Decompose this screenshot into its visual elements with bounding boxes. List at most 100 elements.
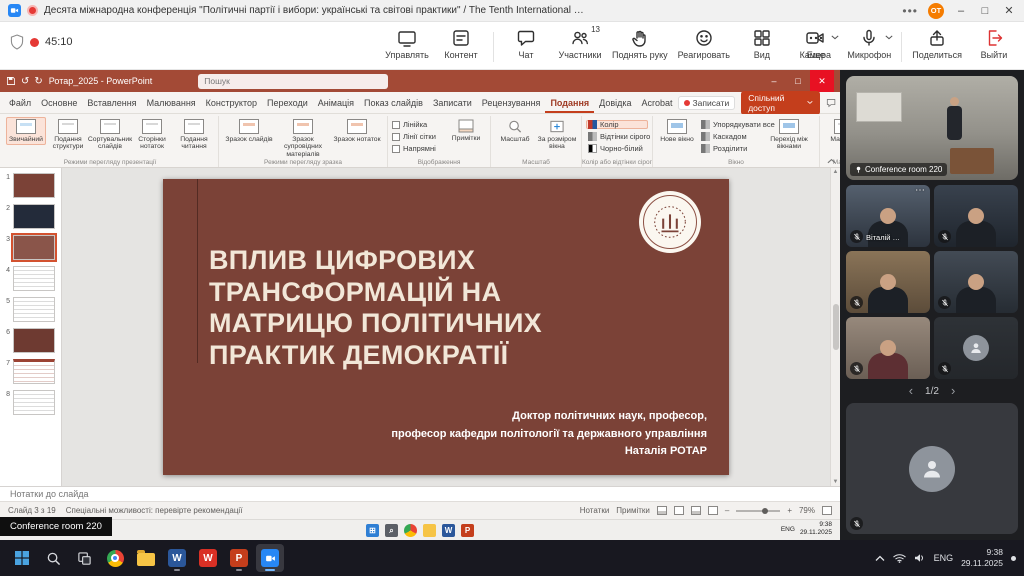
guides-checkbox[interactable]: Напрямні — [392, 144, 444, 153]
slide-thumbnail-5[interactable]: 5 — [3, 297, 59, 322]
record-button[interactable]: Записати — [678, 96, 736, 110]
zoom-button[interactable]: Масштаб — [495, 117, 535, 145]
tab-home[interactable]: Основне — [36, 92, 82, 113]
participant-tile[interactable] — [846, 251, 930, 313]
slide-thumbnail-7[interactable]: 7 — [3, 359, 59, 384]
switch-windows-button[interactable]: Перехід між вікнами — [763, 117, 815, 153]
gridlines-checkbox[interactable]: Лінії сітки — [392, 132, 444, 141]
camera-button[interactable]: Камера — [793, 26, 837, 60]
arrange-all-button[interactable]: Упорядкувати все — [699, 120, 761, 129]
participants-button[interactable]: 13 Участники — [558, 26, 602, 60]
macros-button[interactable]: Макроси — [824, 117, 840, 145]
slide-sorter-button[interactable]: Сортувальник слайдів — [90, 117, 130, 153]
leave-button[interactable]: Выйти — [972, 26, 1016, 60]
chrome-icon[interactable] — [101, 544, 129, 572]
grayscale-button[interactable]: Відтінки сірого — [586, 132, 648, 141]
notification-icon[interactable] — [1011, 556, 1016, 561]
tab-file[interactable]: Файл — [4, 92, 36, 113]
taskbar-clock[interactable]: 9:38 29.11.2025 — [961, 547, 1003, 568]
main-video-tile[interactable]: Conference room 220 — [846, 76, 1018, 180]
file-explorer-icon[interactable] — [132, 544, 160, 572]
color-button[interactable]: Колір — [586, 120, 648, 129]
content-button[interactable]: Контент — [439, 26, 483, 60]
comments-icon[interactable] — [826, 97, 836, 109]
conference-app-icon[interactable] — [256, 544, 284, 572]
ppt-close-button[interactable]: ✕ — [810, 70, 834, 92]
slide-thumbnail-6[interactable]: 6 — [3, 328, 59, 353]
participant-tile[interactable]: ⋯ Віталій … — [846, 185, 930, 247]
slide-master-button[interactable]: Зразок слайдів — [223, 117, 275, 145]
outline-view-button[interactable]: Подання структури — [48, 117, 88, 153]
zoom-out-button[interactable]: – — [725, 506, 729, 515]
comments-toggle[interactable]: Примітки — [616, 506, 650, 515]
participant-tile-large[interactable] — [846, 403, 1018, 534]
view-button[interactable]: Вид — [740, 26, 784, 60]
tile-menu-icon[interactable]: ⋯ — [915, 185, 926, 196]
collapse-ribbon-icon[interactable] — [827, 158, 836, 164]
notes-pane[interactable]: Нотатки до слайда — [0, 486, 840, 501]
ruler-checkbox[interactable]: Лінійка — [392, 120, 444, 129]
reading-view-button[interactable]: Подання читання — [174, 117, 214, 153]
undo-icon[interactable]: ↺ — [21, 76, 29, 87]
microphone-button[interactable]: Микрофон — [847, 26, 891, 60]
powerpoint-icon[interactable]: P — [225, 544, 253, 572]
tab-record[interactable]: Записати — [428, 92, 477, 113]
wifi-icon[interactable] — [893, 553, 906, 563]
ppt-minimize-button[interactable]: – — [762, 70, 786, 92]
tab-transitions[interactable]: Переходи — [262, 92, 313, 113]
user-avatar[interactable]: ОТ — [928, 3, 944, 19]
powerpoint-search-input[interactable] — [198, 74, 388, 89]
microphone-chevron-icon[interactable] — [885, 35, 893, 40]
react-button[interactable]: Реагировать — [678, 26, 730, 60]
slide-thumbnail-3[interactable]: 3 — [3, 235, 59, 260]
current-slide[interactable]: ВПЛИВ ЦИФРОВИХ ТРАНСФОРМАЦІЙ НА МАТРИЦЮ … — [163, 179, 729, 475]
window-maximize-button[interactable]: □ — [978, 5, 992, 17]
slideshow-status-icon[interactable] — [708, 506, 718, 515]
zoom-in-button[interactable]: + — [787, 506, 792, 515]
participant-tile[interactable] — [934, 251, 1018, 313]
share-access-button[interactable]: Спільний доступ — [741, 91, 820, 115]
cascade-button[interactable]: Каскадом — [699, 132, 761, 141]
black-white-button[interactable]: Чорно-білий — [586, 144, 648, 153]
participant-tile[interactable] — [934, 185, 1018, 247]
tab-design[interactable]: Конструктор — [201, 92, 262, 113]
save-icon[interactable] — [6, 76, 16, 86]
chat-button[interactable]: Чат — [504, 26, 548, 60]
start-button[interactable] — [8, 544, 36, 572]
task-view-button[interactable] — [70, 544, 98, 572]
zoom-slider-knob[interactable] — [762, 508, 768, 514]
slide-thumbnail-4[interactable]: 4 — [3, 266, 59, 291]
zoom-slider[interactable] — [736, 510, 780, 512]
slide-scrollbar[interactable]: ▲ ▼ — [830, 168, 840, 486]
word-icon[interactable]: W — [163, 544, 191, 572]
scroll-up-icon[interactable]: ▲ — [833, 169, 839, 175]
red-app-icon[interactable]: W — [194, 544, 222, 572]
window-more-icon[interactable]: ••• — [902, 4, 918, 18]
window-close-button[interactable]: ✕ — [1002, 4, 1016, 17]
tab-review[interactable]: Рецензування — [477, 92, 546, 113]
scroll-down-icon[interactable]: ▼ — [833, 479, 839, 485]
zoom-percent[interactable]: 79% — [799, 506, 815, 515]
slide-thumbnail-1[interactable]: 1 — [3, 173, 59, 198]
tab-help[interactable]: Довідка — [594, 92, 636, 113]
tray-chevron-icon[interactable] — [875, 555, 885, 562]
manage-button[interactable]: Управлять — [385, 26, 429, 60]
new-window-button[interactable]: Нове вікно — [657, 117, 697, 145]
share-screen-button[interactable]: Поделиться — [912, 26, 962, 60]
normal-view-status-icon[interactable] — [657, 506, 667, 515]
handout-master-button[interactable]: Зразок супровідних матеріалів — [277, 117, 329, 160]
participant-tile[interactable] — [846, 317, 930, 379]
fit-slide-icon[interactable] — [822, 506, 832, 515]
language-indicator[interactable]: ENG — [934, 553, 954, 563]
participant-tile[interactable] — [934, 317, 1018, 379]
split-button[interactable]: Розділити — [699, 144, 761, 153]
pager-prev-icon[interactable]: ‹ — [909, 386, 913, 396]
fit-to-window-button[interactable]: За розміром вікна — [537, 117, 577, 153]
notes-page-button[interactable]: Сторінки нотаток — [132, 117, 172, 153]
window-minimize-button[interactable]: – — [954, 5, 968, 17]
slide-sorter-status-icon[interactable] — [674, 506, 684, 515]
scrollbar-thumb[interactable] — [833, 304, 839, 350]
ppt-restore-button[interactable]: □ — [786, 70, 810, 92]
volume-icon[interactable] — [914, 553, 926, 563]
redo-icon[interactable]: ↻ — [34, 76, 42, 87]
